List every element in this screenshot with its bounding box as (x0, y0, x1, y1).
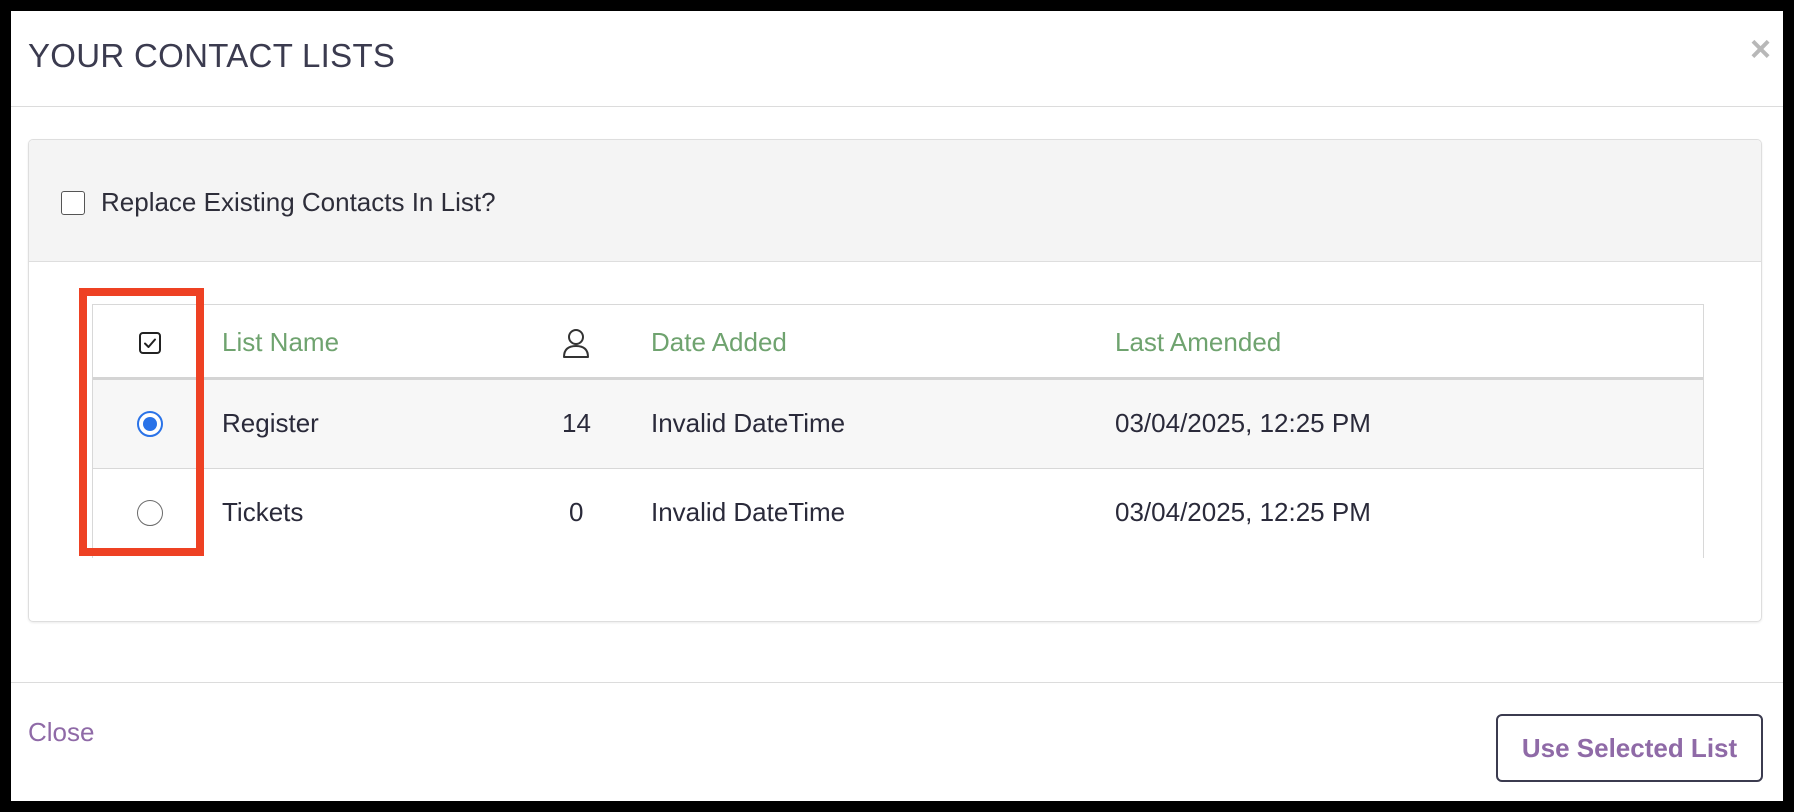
header-list-name[interactable]: List Name (222, 327, 339, 358)
header-date-added[interactable]: Date Added (651, 327, 787, 358)
row-list-name: Tickets (222, 497, 304, 527)
row-list-name: Register (222, 408, 319, 438)
table-row[interactable]: Register 14 Invalid DateTime 03/04/2025,… (93, 380, 1703, 469)
person-icon (563, 329, 589, 358)
row-contact-count: 0 (569, 497, 584, 527)
row-last-amended: 03/04/2025, 12:25 PM (1115, 408, 1371, 438)
row-select-radio[interactable] (137, 411, 163, 437)
dialog-header: YOUR CONTACT LISTS × (11, 11, 1783, 107)
dialog-title: YOUR CONTACT LISTS (28, 37, 396, 74)
row-date-added: Invalid DateTime (651, 497, 846, 527)
table-row[interactable]: Tickets 0 Invalid DateTime 03/04/2025, 1… (93, 469, 1703, 558)
use-selected-list-button[interactable]: Use Selected List (1496, 714, 1763, 782)
contact-lists-table: List Name Date Added Last Amended Regist… (92, 304, 1704, 558)
replace-contacts-label[interactable]: Replace Existing Contacts In List? (101, 187, 496, 218)
contact-lists-dialog: YOUR CONTACT LISTS × Replace Existing Co… (11, 11, 1783, 801)
card-options-header: Replace Existing Contacts In List? (29, 140, 1761, 262)
row-date-added: Invalid DateTime (651, 408, 846, 438)
row-select-radio[interactable] (137, 500, 163, 526)
lists-card: Replace Existing Contacts In List? List … (28, 139, 1762, 622)
checkbox-check-icon (139, 332, 161, 354)
close-link[interactable]: Close (28, 717, 94, 748)
row-contact-count: 14 (562, 408, 591, 438)
table-header: List Name Date Added Last Amended (93, 305, 1703, 380)
close-icon[interactable]: × (1750, 31, 1771, 67)
header-last-amended[interactable]: Last Amended (1115, 327, 1281, 358)
replace-contacts-checkbox[interactable] (61, 191, 85, 215)
row-last-amended: 03/04/2025, 12:25 PM (1115, 497, 1371, 527)
footer-divider (11, 682, 1783, 683)
